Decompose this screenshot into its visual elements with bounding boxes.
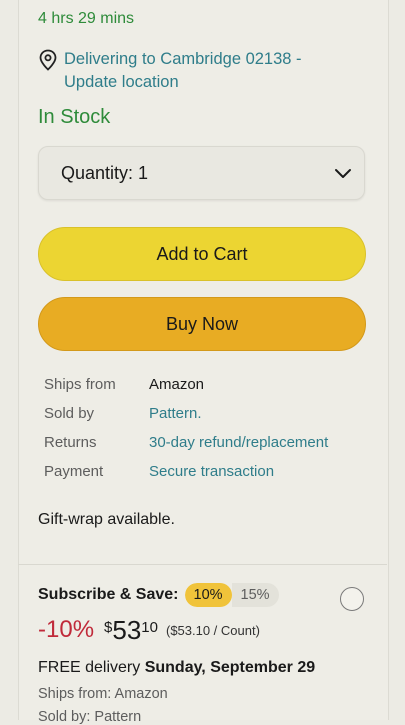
quantity-dropdown[interactable]: Quantity: 1 <box>38 146 365 200</box>
price-currency-symbol: $ <box>104 619 113 636</box>
price-fraction: 10 <box>141 619 158 636</box>
subscribe-save-header: Subscribe & Save: 10% 15% <box>38 583 279 607</box>
seller-link[interactable]: Pattern. <box>149 405 202 422</box>
discount-percent: -10% <box>38 616 95 643</box>
discount-option-10[interactable]: 10% <box>184 583 232 607</box>
price-whole: 53 <box>112 615 142 645</box>
gift-wrap-note: Gift-wrap available. <box>38 511 175 528</box>
section-divider <box>18 564 387 565</box>
discount-toggle[interactable]: 10% 15% <box>184 583 279 607</box>
delivery-prefix: FREE delivery <box>38 659 145 676</box>
location-pin-icon <box>39 49 57 71</box>
buy-now-button[interactable]: Buy Now <box>38 297 366 351</box>
detail-label: Returns <box>44 434 97 451</box>
subscribe-ships-from: Ships from: Amazon <box>38 686 168 702</box>
update-location-link[interactable]: Update location <box>64 71 302 94</box>
discount-option-15[interactable]: 15% <box>231 583 279 607</box>
location-line-1[interactable]: Delivering to Cambridge 02138 - <box>64 48 302 71</box>
detail-label: Sold by <box>44 405 95 422</box>
chevron-down-icon <box>335 169 351 178</box>
detail-value: Amazon <box>149 376 205 393</box>
subscribe-sold-by: Sold by: Pattern <box>38 709 142 725</box>
subscribe-radio-button[interactable] <box>340 587 364 611</box>
quantity-label: Quantity: 1 <box>61 163 149 183</box>
add-to-cart-button[interactable]: Add to Cart <box>38 227 366 281</box>
subscribe-price-row: -10% $ 53 10 ($53.10 / Count) <box>38 616 260 644</box>
detail-label: Payment <box>44 463 104 480</box>
stock-status: In Stock <box>38 106 111 128</box>
payment-info-link[interactable]: Secure transaction <box>149 463 274 480</box>
subscribe-delivery-info: FREE delivery Sunday, September 29 <box>38 659 315 677</box>
delivery-date: Sunday, September 29 <box>144 659 316 676</box>
subscribe-save-label: Subscribe & Save: <box>38 586 179 603</box>
detail-label: Ships from <box>44 376 116 393</box>
returns-policy-link[interactable]: 30-day refund/replacement <box>149 434 328 451</box>
unit-price: ($53.10 / Count) <box>165 623 260 638</box>
delivery-location-link[interactable]: Delivering to Cambridge 02138 - Update l… <box>38 48 338 94</box>
delivery-countdown: 4 hrs 29 mins <box>38 10 135 27</box>
